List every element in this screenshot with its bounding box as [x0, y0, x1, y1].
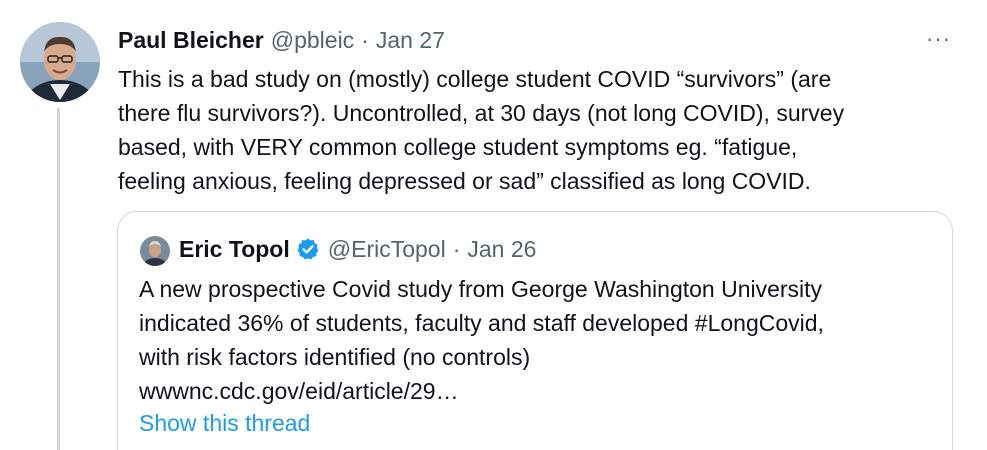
tweet-text: This is a bad study on (mostly) college … — [118, 62, 938, 198]
quoted-text: A new prospective Covid study from Georg… — [139, 272, 939, 408]
author-handle[interactable]: @pbleic — [271, 27, 354, 54]
tweet-text-line: based, with VERY common college student … — [118, 134, 798, 160]
tweet-text-line: feeling anxious, feeling depressed or sa… — [118, 168, 811, 194]
tweet[interactable]: Paul Bleicher @pbleic · Jan 27 ··· This … — [0, 0, 987, 450]
quoted-author-name[interactable]: Eric Topol — [179, 236, 290, 263]
quoted-text-line: A new prospective Covid study from Georg… — [139, 276, 823, 302]
separator: · — [452, 235, 461, 262]
tweet-date[interactable]: Jan 27 — [376, 27, 445, 54]
tweet-header: Paul Bleicher @pbleic · Jan 27 — [118, 24, 947, 56]
thread-line — [57, 108, 60, 450]
quoted-date[interactable]: Jan 26 — [467, 236, 536, 263]
tweet-text-line: This is a bad study on (mostly) college … — [118, 66, 832, 92]
quoted-avatar[interactable] — [140, 236, 170, 266]
quoted-author-handle[interactable]: @EricTopol — [328, 236, 446, 263]
author-name[interactable]: Paul Bleicher — [118, 27, 264, 54]
tweet-text-line: there flu survivors?). Uncontrolled, at … — [118, 100, 845, 126]
quoted-text-line: wwwnc.cdc.gov/eid/article/29… — [139, 378, 459, 404]
more-options-icon[interactable]: ··· — [926, 26, 951, 52]
separator: · — [361, 26, 369, 53]
show-thread-link[interactable]: Show this thread — [139, 410, 310, 437]
verified-icon — [296, 237, 320, 261]
quoted-text-line: indicated 36% of students, faculty and s… — [139, 310, 824, 336]
quoted-tweet[interactable]: Eric Topol @EricTopol · Jan 26 A new pro… — [117, 211, 953, 450]
quoted-header: Eric Topol @EricTopol · Jan 26 — [179, 232, 536, 266]
avatar[interactable] — [20, 22, 100, 102]
quoted-text-line: with risk factors identified (no control… — [139, 344, 531, 370]
